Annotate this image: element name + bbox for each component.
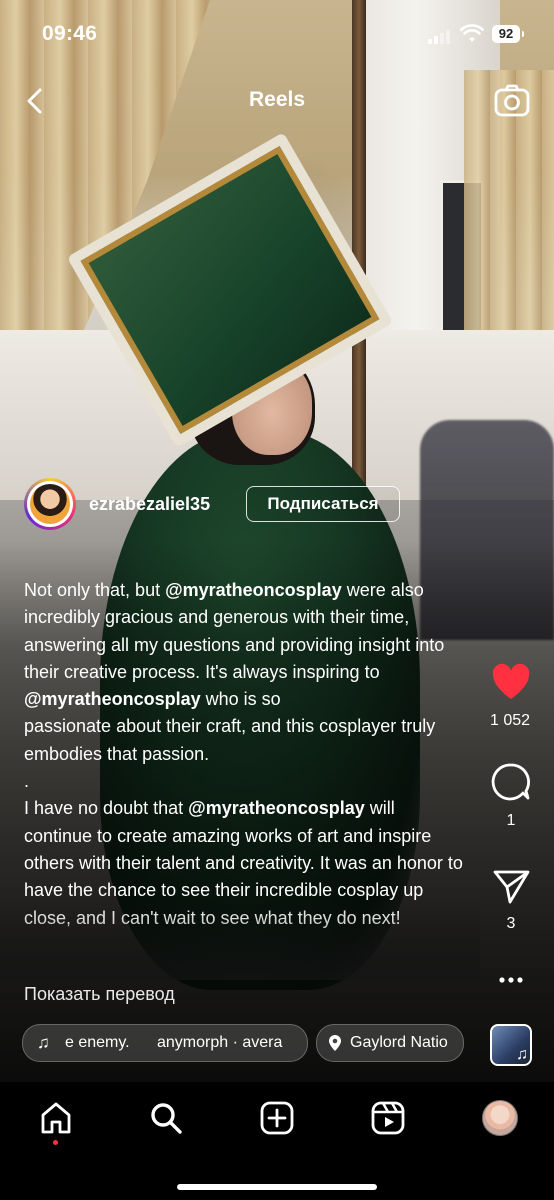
caption-paragraph-1: Not only that, but @myratheoncosplay wer… <box>24 577 464 795</box>
show-translation-link[interactable]: Показать перевод <box>24 984 175 1005</box>
music-note-icon: ♫ <box>516 1046 528 1063</box>
post-caption[interactable]: Not only that, but @myratheoncosplay wer… <box>24 577 464 932</box>
avatar-image <box>30 484 70 524</box>
location-pin-icon <box>329 1035 341 1051</box>
location-name: Gaylord Natio <box>350 1034 448 1051</box>
author-avatar[interactable] <box>24 478 76 530</box>
status-bar: 09:46 92 <box>0 0 554 70</box>
share-count[interactable]: 3 <box>480 915 542 933</box>
profile-image <box>482 1100 518 1136</box>
plus-square-icon[interactable] <box>255 1096 299 1140</box>
ellipsis-icon[interactable] <box>480 970 542 990</box>
music-artist: anymorph · avera <box>157 1034 283 1051</box>
wifi-icon <box>460 24 484 42</box>
music-chip[interactable]: ♫ e enemy. anymorph · avera <box>22 1024 308 1062</box>
battery-indicator: 92 <box>492 25 524 43</box>
camera-icon[interactable] <box>494 84 530 118</box>
heart-icon[interactable] <box>480 662 542 702</box>
location-chip[interactable]: Gaylord Natio <box>316 1024 464 1062</box>
caption-mention[interactable]: @myratheoncosplay <box>188 798 365 818</box>
music-track-title: e enemy. <box>65 1034 130 1051</box>
caption-mention[interactable]: @myratheoncosplay <box>24 689 201 709</box>
comment-bubble-icon[interactable] <box>480 762 542 802</box>
status-time: 09:46 <box>42 22 98 45</box>
page-title: Reels <box>248 88 306 111</box>
music-note-icon: ♫ <box>37 1033 50 1052</box>
caption-text: Not only that, but <box>24 580 166 600</box>
paper-plane-icon[interactable] <box>480 866 542 906</box>
avatar-border <box>27 481 73 527</box>
cellular-signal-icon <box>428 28 452 44</box>
author-username[interactable]: ezrabezaliel35 <box>89 494 210 515</box>
caption-mention[interactable]: @myratheoncosplay <box>165 580 342 600</box>
bottom-navigation <box>0 1082 554 1200</box>
profile-avatar[interactable] <box>478 1096 522 1140</box>
like-count[interactable]: 1 052 <box>474 712 546 730</box>
comment-count[interactable]: 1 <box>480 812 542 830</box>
notification-dot <box>53 1140 58 1145</box>
home-indicator <box>177 1184 377 1190</box>
home-icon[interactable] <box>34 1096 78 1140</box>
caption-text: I have no doubt that <box>24 798 189 819</box>
follow-button[interactable]: Подписаться <box>246 486 400 522</box>
search-icon[interactable] <box>144 1096 188 1140</box>
reels-icon[interactable] <box>366 1096 410 1140</box>
caption-fade <box>0 900 480 980</box>
